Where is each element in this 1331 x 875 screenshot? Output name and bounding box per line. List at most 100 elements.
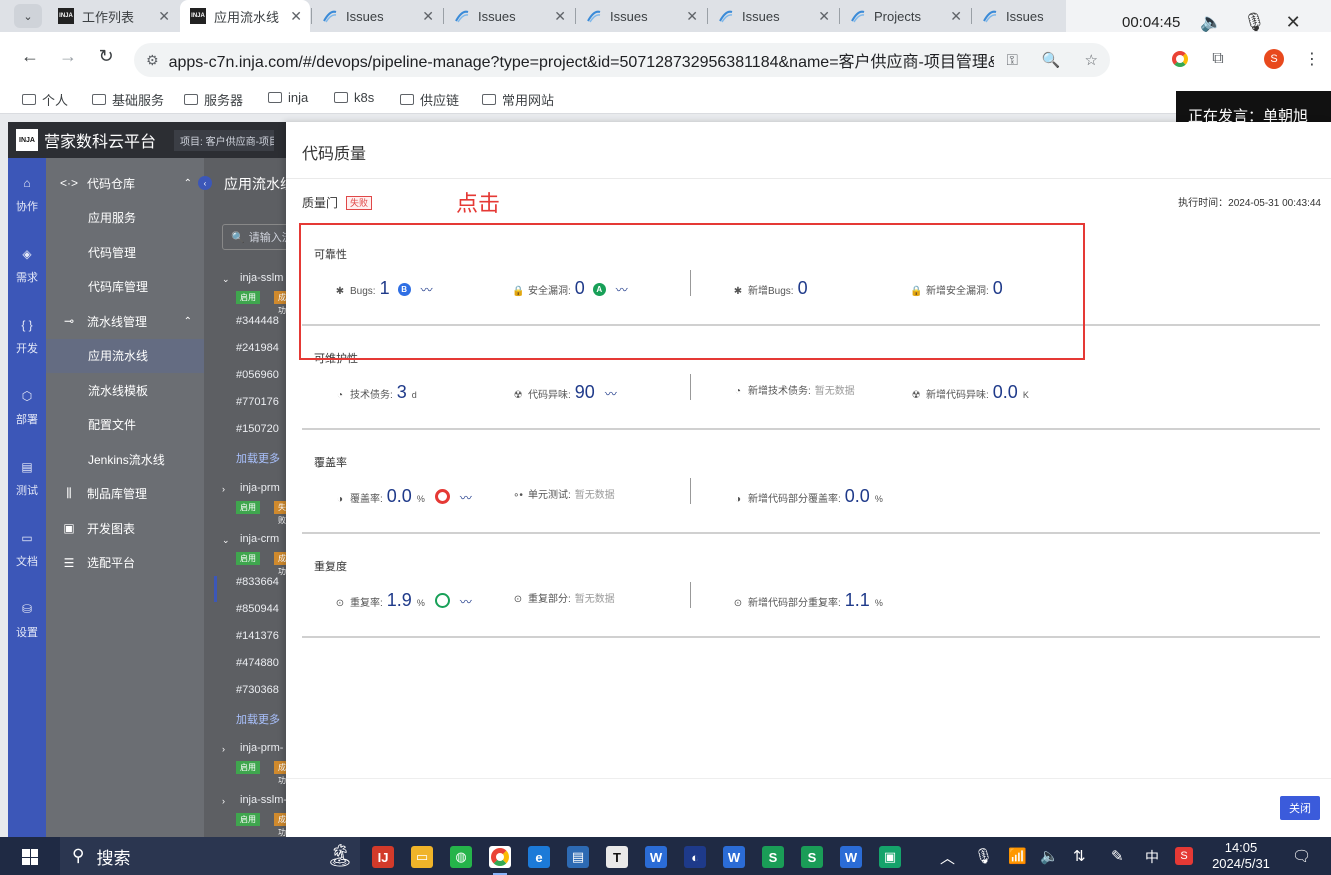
pipeline-run[interactable]: #056960: [236, 369, 279, 381]
bookmark-folder[interactable]: 基础服务: [92, 90, 164, 109]
site-info-icon[interactable]: ⚙: [146, 52, 159, 69]
sidebar-item[interactable]: Jenkins流水线: [46, 442, 204, 476]
typora-app-icon[interactable]: T: [606, 846, 628, 868]
wechat-app-icon[interactable]: ◍: [450, 846, 472, 868]
collapse-sidebar-button[interactable]: ‹: [198, 176, 212, 190]
close-icon[interactable]: ✕: [1286, 12, 1301, 33]
chevron-right-icon[interactable]: ›: [222, 796, 225, 806]
pipeline-name[interactable]: inja-sslm-: [240, 794, 286, 806]
extensions-puzzle-icon[interactable]: ⧉: [1208, 49, 1228, 69]
browser-tab[interactable]: Issues ✕: [312, 0, 442, 32]
load-more-link[interactable]: 加载更多: [236, 450, 280, 466]
bank-app-icon[interactable]: ▤: [567, 846, 589, 868]
trend-chart-icon[interactable]: 〰: [605, 385, 617, 402]
bookmark-star-icon[interactable]: ☆: [1085, 51, 1098, 69]
feishu-app-icon[interactable]: ◐: [684, 846, 706, 868]
sidebar-item[interactable]: ▣ 开发图表: [46, 511, 204, 545]
taskbar-search[interactable]: ⚲ 搜索 🏝: [60, 837, 360, 875]
pipeline-name[interactable]: inja-crm: [240, 533, 279, 545]
tray-expand-icon[interactable]: ︿: [940, 847, 955, 868]
back-button[interactable]: ←: [18, 46, 42, 67]
trend-chart-icon[interactable]: 〰: [460, 593, 472, 610]
pipeline-run[interactable]: #150720: [236, 423, 279, 435]
load-more-link[interactable]: 加载更多: [236, 711, 280, 727]
close-tab-icon[interactable]: ✕: [818, 8, 830, 25]
notification-icon[interactable]: 🗨: [1292, 847, 1311, 865]
browser-tab[interactable]: Issues: [972, 0, 1062, 32]
zoom-icon[interactable]: 🔍: [1042, 51, 1061, 69]
pipeline-search-input[interactable]: 🔍请输入流水线名称: [222, 224, 286, 250]
pipeline-run[interactable]: #474880: [236, 657, 279, 669]
rail-item-3[interactable]: ⬡ 部署: [8, 389, 46, 427]
wifi-icon[interactable]: 📶: [1008, 847, 1027, 865]
pipeline-run[interactable]: #344448: [236, 315, 279, 327]
word-app-icon-2[interactable]: W: [723, 846, 745, 868]
start-button[interactable]: [22, 849, 38, 865]
edge-app-icon[interactable]: e: [528, 846, 550, 868]
pen-icon[interactable]: ✎: [1111, 847, 1124, 865]
chrome-extension-icon[interactable]: [1170, 49, 1190, 69]
close-tab-icon[interactable]: ✕: [950, 8, 962, 25]
pipeline-name[interactable]: inja-sslm: [240, 272, 283, 284]
sidebar-item[interactable]: 代码库管理: [46, 270, 204, 304]
microphone-tray-icon[interactable]: 🎙: [974, 847, 993, 865]
sidebar-item[interactable]: 代码管理: [46, 235, 204, 269]
browser-menu-icon[interactable]: ⋮: [1302, 49, 1322, 69]
key-icon[interactable]: ⚿: [1006, 52, 1017, 69]
rail-item-0[interactable]: ⌂ 协作: [8, 176, 46, 214]
rail-item-4[interactable]: ▤ 测试: [8, 460, 46, 498]
pipeline-run[interactable]: #141376: [236, 630, 279, 642]
sidebar-group-0[interactable]: <·> 代码仓库 ⌃: [46, 166, 204, 200]
sidebar-item[interactable]: 流水线模板: [46, 373, 204, 407]
pipeline-run[interactable]: #850944: [236, 603, 279, 615]
project-selector[interactable]: 项目: 客户供应商-项目管理: [174, 129, 275, 151]
address-bar[interactable]: ⚙ apps-c7n.inja.com/#/devops/pipeline-ma…: [134, 43, 1110, 77]
close-tab-icon[interactable]: ✕: [422, 8, 434, 25]
rail-item-1[interactable]: ◈ 需求: [8, 247, 46, 285]
taskbar-clock[interactable]: 14:05 2024/5/31: [1210, 840, 1272, 872]
pipeline-run[interactable]: #770176: [236, 396, 279, 408]
pipeline-run[interactable]: #833664: [236, 576, 279, 588]
metric-value[interactable]: 1.9: [387, 590, 412, 611]
settings-tray-icon[interactable]: ⇅: [1073, 847, 1086, 865]
sidebar-item[interactable]: 应用流水线: [46, 338, 204, 373]
metric-value[interactable]: 1.1: [845, 590, 870, 611]
chevron-right-icon[interactable]: ›: [222, 484, 225, 494]
bookmark-folder[interactable]: 常用网站: [482, 90, 554, 109]
sidebar-item[interactable]: 配置文件: [46, 408, 204, 442]
close-tab-icon[interactable]: ✕: [686, 8, 698, 25]
browser-tab[interactable]: Projects ✕: [840, 0, 970, 32]
chevron-down-icon[interactable]: ⌄: [222, 535, 230, 546]
forward-button[interactable]: →: [56, 46, 80, 67]
pipeline-run[interactable]: #730368: [236, 684, 279, 696]
browser-tab[interactable]: Issues ✕: [444, 0, 574, 32]
bookmark-folder[interactable]: inja: [268, 90, 308, 105]
browser-tab[interactable]: Issues ✕: [576, 0, 706, 32]
trend-chart-icon[interactable]: 〰: [460, 489, 472, 506]
close-tab-icon[interactable]: ✕: [554, 8, 566, 25]
chevron-down-icon[interactable]: ⌄: [222, 274, 230, 285]
microphone-icon[interactable]: 🎙: [1243, 12, 1266, 33]
sogou-ime-icon[interactable]: S: [1175, 847, 1193, 865]
metric-value[interactable]: 0.0: [993, 382, 1018, 403]
speaker-tray-icon[interactable]: 🔈: [1040, 847, 1059, 865]
word-app-icon[interactable]: W: [645, 846, 667, 868]
rail-item-5[interactable]: ▭ 文档: [8, 531, 46, 569]
reload-button[interactable]: ↻: [94, 46, 118, 67]
ime-indicator[interactable]: 中: [1145, 847, 1159, 867]
pipeline-name[interactable]: inja-prm-: [240, 742, 283, 754]
browser-tab[interactable]: INJA 工作列表 ✕: [48, 0, 178, 32]
pipeline-run[interactable]: #241984: [236, 342, 279, 354]
sidebar-group-1[interactable]: ⊸ 流水线管理 ⌃: [46, 304, 204, 338]
sheets-app-icon-2[interactable]: S: [801, 846, 823, 868]
close-button[interactable]: 关闭: [1280, 796, 1320, 820]
sheets-app-icon[interactable]: S: [762, 846, 784, 868]
volume-icon[interactable]: 🔈: [1200, 12, 1222, 33]
bookmark-folder[interactable]: 服务器: [184, 90, 243, 109]
rail-item-6[interactable]: ⛁ 设置: [8, 602, 46, 640]
sidebar-item[interactable]: 应用服务: [46, 201, 204, 235]
rail-item-2[interactable]: { } 开发: [8, 318, 46, 356]
profile-avatar[interactable]: S: [1264, 49, 1284, 69]
bookmark-folder[interactable]: 个人: [22, 90, 68, 109]
chevron-right-icon[interactable]: ›: [222, 744, 225, 754]
